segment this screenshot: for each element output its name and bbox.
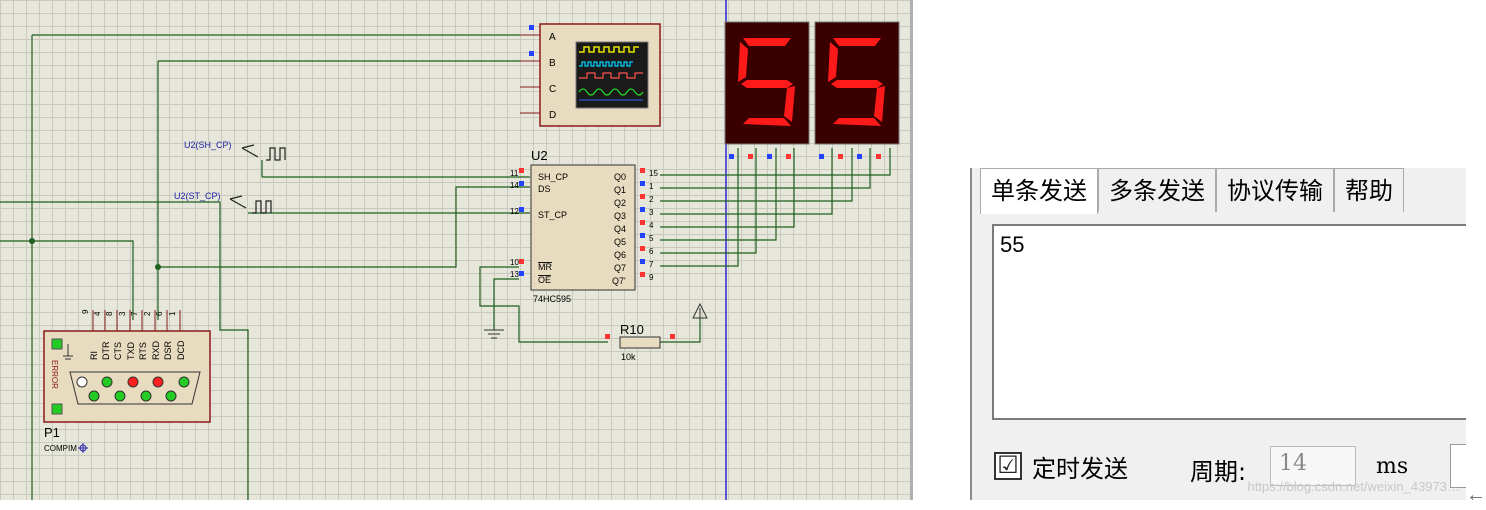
send-tabs: 单条发送 多条发送 协议传输 帮助 [980,168,1404,214]
svg-text:12: 12 [510,207,519,216]
generator-st-cp-label: U2(ST_CP) [174,191,221,201]
ic-part: 74HC595 [533,294,571,304]
svg-text:Q1: Q1 [614,185,626,195]
resistor-ref: R10 [620,322,644,337]
period-label: 周期: [1190,458,1247,486]
timed-send-label[interactable]: 定时发送 [1032,449,1128,484]
tab-help[interactable]: 帮助 [1334,168,1404,212]
period-unit: ms [1376,454,1409,479]
svg-text:Q7': Q7' [612,276,626,286]
back-arrow-icon: ← [1466,484,1486,506]
ic-74hc595[interactable]: U2 74HC595 SH_CP DS ST_CP MR OE 11 14 12… [510,148,658,304]
oscilloscope[interactable]: A B C D [520,23,661,127]
svg-text:DS: DS [538,184,551,194]
svg-text:CTS: CTS [113,342,123,360]
svg-text:DCD: DCD [176,340,186,360]
send-text-area[interactable]: 55 [992,224,1466,420]
ground-symbol [484,329,504,339]
svg-text:2: 2 [143,311,152,316]
svg-text:9: 9 [649,273,654,282]
svg-text:DSR: DSR [163,340,173,360]
tab-protocol-transfer[interactable]: 协议传输 [1216,168,1334,212]
compim-error-label: ERROR [50,360,59,389]
tab-multi-send[interactable]: 多条发送 [1098,168,1216,212]
svg-text:RI: RI [89,351,99,360]
resistor-value: 10k [621,352,636,362]
svg-text:RTS: RTS [138,342,148,360]
svg-text:6: 6 [649,247,654,256]
generator-sh-cp-label: U2(SH_CP) [184,140,232,150]
schematic-canvas[interactable]: A B C D 5 5 [0,0,913,500]
svg-text:4: 4 [93,311,102,316]
schematic-drawing: A B C D 5 5 [0,0,900,500]
svg-text:4: 4 [649,221,654,230]
svg-text:13: 13 [510,270,519,279]
svg-text:Q5: Q5 [614,237,626,247]
display-pins [729,154,881,159]
svg-text:MR: MR [538,262,552,272]
svg-text:6: 6 [155,311,164,316]
svg-text:Q7: Q7 [614,263,626,273]
svg-text:11: 11 [510,169,519,178]
svg-text:SH_CP: SH_CP [538,172,568,182]
tab-single-send[interactable]: 单条发送 [980,168,1098,214]
svg-text:7: 7 [649,260,654,269]
svg-text:Q6: Q6 [614,250,626,260]
watermark: https://blog.csdn.net/weixin_43973… [1247,479,1460,494]
generator-sh-cp[interactable]: U2(SH_CP) [184,140,286,161]
svg-text:9: 9 [81,309,90,314]
svg-text:3: 3 [649,208,654,217]
svg-text:1: 1 [649,182,654,191]
ic-ref: U2 [531,148,548,163]
svg-text:DTR: DTR [101,341,111,360]
svg-text:Q4: Q4 [614,224,626,234]
svg-text:Q3: Q3 [614,211,626,221]
svg-text:10: 10 [510,258,519,267]
power-symbol [692,302,708,319]
serial-send-panel: 单条发送 多条发送 协议传输 帮助 55 ☑ 定时发送 周期: 14 ms ht… [970,168,1466,500]
scope-pin-a: A [549,32,556,43]
svg-text:1: 1 [168,311,177,316]
svg-text:3: 3 [118,311,127,316]
svg-text:OE: OE [538,275,551,285]
timed-send-checkbox[interactable]: ☑ [994,452,1022,480]
svg-text:Q2: Q2 [614,198,626,208]
svg-text:14: 14 [510,181,519,190]
svg-text:8: 8 [105,311,114,316]
svg-text:TXD: TXD [126,341,136,360]
svg-text:RXD: RXD [151,340,161,360]
compim-ref: P1 [44,425,60,440]
scope-pin-c: C [549,84,556,95]
scope-pin-d: D [549,110,556,121]
svg-text:15: 15 [649,169,658,178]
svg-text:ST_CP: ST_CP [538,210,567,220]
svg-text:2: 2 [649,195,654,204]
svg-text:7: 7 [130,311,139,316]
timed-send-row: ☑ 定时发送 [994,446,1128,486]
svg-text:Q0: Q0 [614,172,626,182]
seven-segment-display-1: 5 [724,21,810,145]
serial-port-compim[interactable]: ERROR 9 4 8 3 7 2 6 1 RI DTR CTS TXD RTS… [43,309,211,453]
scope-pin-b: B [549,58,556,69]
seven-segment-display-2: 5 [814,21,900,145]
svg-text:5: 5 [649,234,654,243]
compim-part: COMPIM [44,444,77,453]
